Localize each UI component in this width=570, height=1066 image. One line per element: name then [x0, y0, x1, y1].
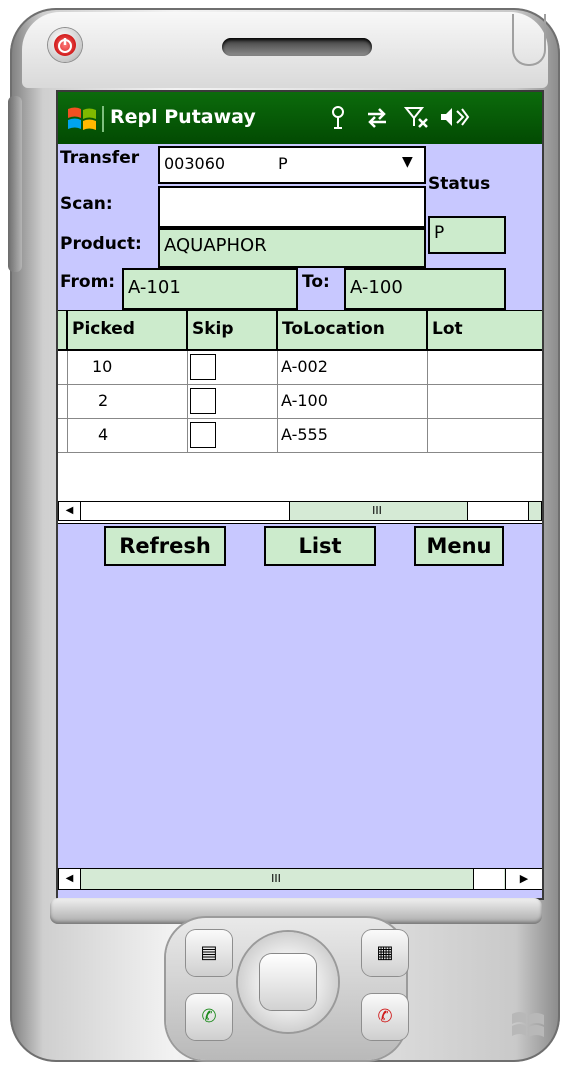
to-label: To: [302, 272, 330, 292]
sync-icon[interactable] [364, 104, 390, 130]
cell-tolocation[interactable]: A-002 [278, 351, 428, 385]
signal-off-icon[interactable] [403, 104, 430, 130]
grid-horizontal-scrollbar[interactable]: ◀ III [58, 501, 542, 521]
status-label: Status [428, 174, 491, 194]
title-bar: Repl Putaway [58, 92, 542, 144]
page-horizontal-scrollbar[interactable]: ◀ III ▶ [58, 868, 542, 890]
call-green-icon[interactable]: ✆ [186, 994, 232, 1040]
page-scroll-thumb[interactable]: III [81, 869, 471, 889]
windows-start-icon[interactable] [66, 105, 98, 133]
transfer-dropdown[interactable]: 003060 P ▼ [158, 146, 426, 184]
windows-logo-icon [508, 1008, 548, 1042]
cell-skip [188, 419, 278, 453]
skip-checkbox[interactable] [190, 354, 216, 380]
transfer-label: Transfer [60, 148, 140, 168]
product-label: Product: [60, 234, 142, 254]
column-header-skip[interactable]: Skip [188, 311, 278, 351]
end-call-red-icon[interactable]: ✆ [362, 994, 408, 1040]
speaker-icon[interactable] [438, 104, 470, 130]
page-scroll-right-arrow-icon[interactable]: ▶ [505, 869, 542, 889]
column-header-lot[interactable]: Lot [428, 311, 542, 351]
from-label: From: [60, 272, 116, 292]
cell-picked[interactable]: 10 [68, 351, 188, 385]
scan-input[interactable] [158, 186, 426, 228]
page-scroll-left-arrow-icon[interactable]: ◀ [59, 869, 81, 889]
scroll-track-right[interactable] [467, 502, 529, 520]
cell-picked[interactable]: 4 [68, 419, 188, 453]
chevron-down-icon[interactable]: ▼ [402, 154, 413, 170]
cell-tolocation[interactable]: A-100 [278, 385, 428, 419]
power-icon [54, 34, 76, 56]
cell-skip [188, 385, 278, 419]
cell-lot[interactable] [428, 419, 542, 453]
column-header-tolocation[interactable]: ToLocation [278, 311, 428, 351]
side-button[interactable] [8, 96, 22, 272]
transfer-status-code: P [278, 154, 288, 173]
app-title: Repl Putaway [110, 106, 256, 128]
row-header-column [58, 311, 68, 351]
page-scroll-track[interactable] [473, 869, 504, 889]
scroll-track-left[interactable] [81, 502, 290, 520]
table-row[interactable]: 2 A-100 [58, 385, 542, 419]
right-soft-key-icon[interactable]: ▦ [362, 930, 408, 976]
title-separator [102, 106, 104, 132]
dpad-center-button[interactable] [260, 954, 316, 1010]
cell-lot[interactable] [428, 351, 542, 385]
cell-picked[interactable]: 2 [68, 385, 188, 419]
table-row[interactable]: 10 A-002 [58, 351, 542, 385]
row-selector[interactable] [58, 351, 68, 385]
transfer-value: 003060 [164, 154, 226, 173]
cell-skip [188, 351, 278, 385]
scroll-thumb[interactable]: III [289, 502, 465, 520]
scan-label: Scan: [60, 194, 113, 214]
cell-lot[interactable] [428, 385, 542, 419]
product-field: AQUAPHOR [158, 228, 426, 268]
refresh-button[interactable]: Refresh [104, 526, 226, 566]
connectivity-icon[interactable] [328, 104, 348, 130]
column-header-picked[interactable]: Picked [68, 311, 188, 351]
list-button[interactable]: List [264, 526, 376, 566]
table-row[interactable]: 4 A-555 [58, 419, 542, 453]
cell-tolocation[interactable]: A-555 [278, 419, 428, 453]
left-soft-key-icon[interactable]: ▤ [186, 930, 232, 976]
skip-checkbox[interactable] [190, 422, 216, 448]
menu-button[interactable]: Menu [414, 526, 504, 566]
skip-checkbox[interactable] [190, 388, 216, 414]
status-field: P [428, 216, 506, 254]
earpiece-speaker [222, 38, 372, 56]
scroll-left-arrow-icon[interactable]: ◀ [59, 502, 81, 520]
navigation-dpad[interactable] [238, 932, 338, 1032]
row-selector[interactable] [58, 385, 68, 419]
device-screen: Repl Putaway Transfer 003060 P ▼ Status … [56, 90, 544, 900]
data-grid[interactable]: Picked Skip ToLocation Lot 10 A-002 2 A-… [58, 310, 542, 524]
from-field: A-101 [122, 268, 298, 310]
row-selector[interactable] [58, 419, 68, 453]
power-button[interactable] [48, 28, 82, 62]
to-field: A-100 [344, 268, 506, 310]
stylus-slot [512, 14, 546, 66]
